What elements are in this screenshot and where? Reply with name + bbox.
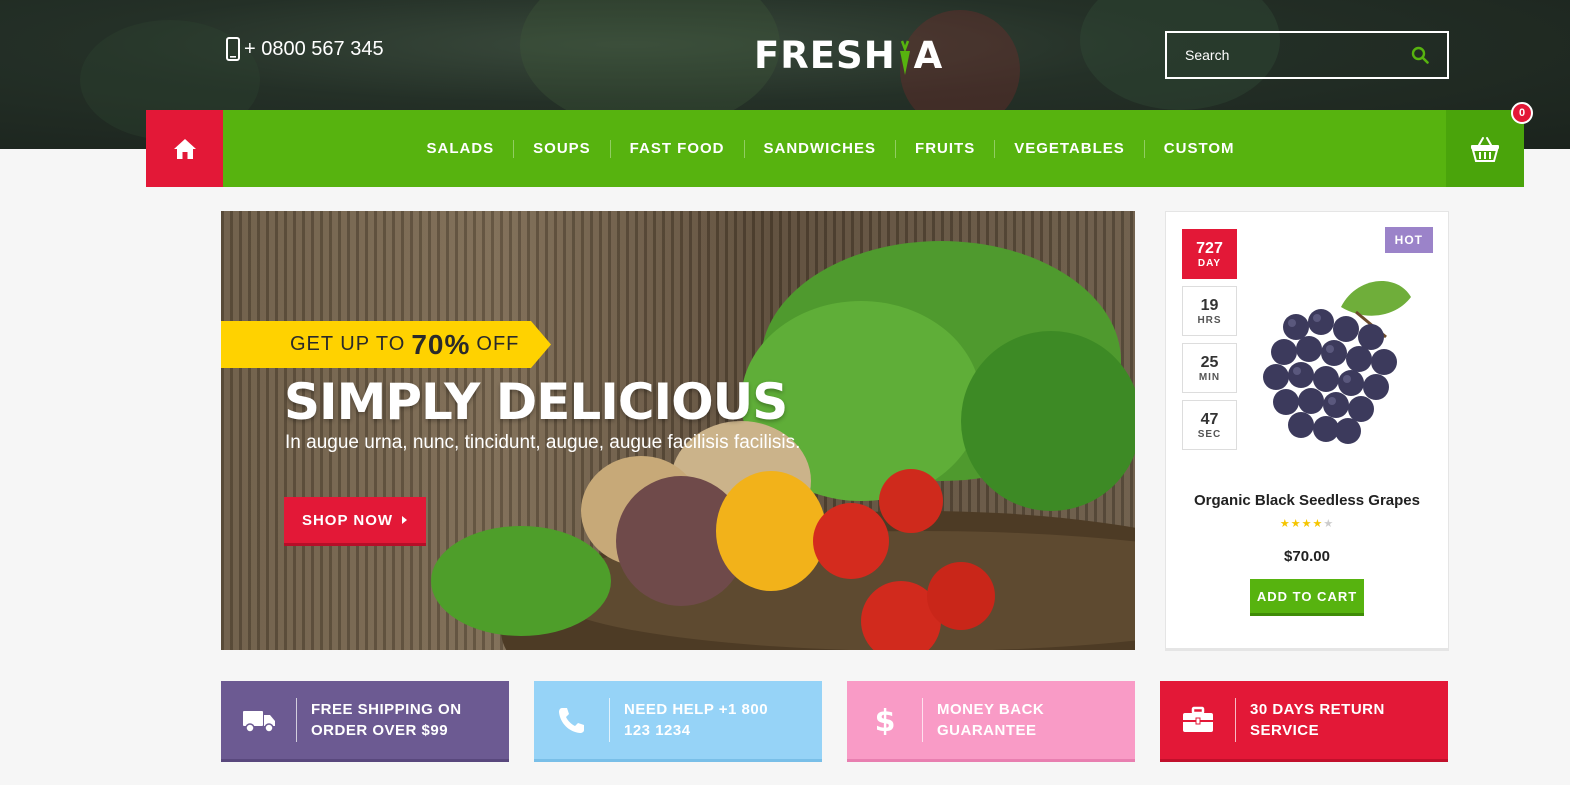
hero-banner: GET UP TO 70% OFF SIMPLY DELICIOUS In au…: [221, 211, 1135, 650]
product-name[interactable]: Organic Black Seedless Grapes: [1166, 492, 1448, 509]
countdown-hours-value: 19: [1200, 296, 1219, 314]
feature-need-help[interactable]: NEED HELP +1 800 123 1234: [534, 681, 822, 762]
logo-text-right: A: [913, 34, 944, 77]
nav-item-fruits[interactable]: FRUITS: [895, 139, 994, 158]
mobile-phone-icon: [226, 37, 240, 61]
add-to-cart-button[interactable]: ADD TO CART: [1250, 579, 1364, 616]
cart-count-badge: 0: [1511, 102, 1533, 124]
basket-icon: [1471, 136, 1499, 162]
phone-number[interactable]: + 0800 567 345: [226, 37, 384, 61]
hot-badge: HOT: [1384, 227, 1433, 253]
truck-icon: [242, 711, 275, 733]
briefcase-icon: [1182, 706, 1213, 732]
grapes-product-image[interactable]: [1236, 267, 1436, 457]
shop-now-label: SHOP NOW: [301, 511, 394, 529]
carrot-icon: [898, 37, 912, 77]
home-button[interactable]: [146, 110, 223, 187]
countdown-minutes-value: 25: [1200, 353, 1219, 371]
star-empty-icon: ★: [1323, 518, 1335, 530]
countdown-days-unit: DAY: [1197, 257, 1222, 269]
countdown-seconds: 47 SEC: [1182, 400, 1237, 450]
feature-line1: NEED HELP +1 800: [624, 701, 769, 718]
feature-return-service[interactable]: 30 DAYS RETURN SERVICE: [1160, 681, 1448, 762]
feature-line2: GUARANTEE: [937, 722, 1037, 739]
feature-money-back[interactable]: $ MONEY BACK GUARANTEE: [847, 681, 1135, 762]
hero-subtitle: In augue urna, nunc, tincidunt, augue, a…: [285, 432, 801, 453]
feature-line1: MONEY BACK: [937, 701, 1045, 718]
deal-product-card: 727 DAY 19 HRS 25 MIN 47 SEC HOT Organic…: [1165, 211, 1449, 651]
countdown-hours: 19 HRS: [1182, 286, 1237, 336]
main-nav: SALADS SOUPS FAST FOOD SANDWICHES FRUITS…: [146, 102, 1533, 187]
phone-text: + 0800 567 345: [244, 37, 384, 60]
star-icon: ★: [1301, 518, 1313, 530]
countdown-minutes: 25 MIN: [1182, 343, 1237, 393]
nav-item-sandwiches[interactable]: SANDWICHES: [743, 139, 896, 158]
feature-line1: FREE SHIPPING ON: [311, 701, 462, 718]
cart-button[interactable]: 0: [1446, 102, 1533, 187]
feature-line1: 30 DAYS RETURN: [1250, 701, 1385, 718]
feature-free-shipping[interactable]: FREE SHIPPING ON ORDER OVER $99: [221, 681, 509, 762]
phone-icon: [558, 708, 584, 733]
countdown-seconds-value: 47: [1200, 410, 1219, 428]
svg-text:$: $: [874, 705, 895, 735]
rating-stars: ★★★★★: [1166, 517, 1448, 530]
promo-ribbon: GET UP TO 70% OFF: [221, 321, 551, 368]
nav-item-custom[interactable]: CUSTOM: [1143, 139, 1254, 158]
countdown-seconds-unit: SEC: [1197, 428, 1222, 440]
search-box[interactable]: [1165, 31, 1449, 79]
search-icon[interactable]: [1411, 46, 1429, 64]
hero-title: SIMPLY DELICIOUS: [284, 373, 788, 431]
site-logo[interactable]: FRESH A: [754, 34, 943, 77]
promo-post: OFF: [476, 333, 520, 355]
countdown-days-value: 727: [1196, 239, 1223, 257]
feature-line2: 123 1234: [624, 722, 691, 739]
logo-text-left: FRESH: [754, 34, 896, 77]
feature-line2: ORDER OVER $99: [311, 722, 449, 739]
countdown-minutes-unit: MIN: [1198, 371, 1221, 383]
home-icon: [173, 138, 196, 159]
star-icon: ★: [1312, 518, 1324, 530]
star-icon: ★: [1290, 518, 1302, 530]
countdown-hours-unit: HRS: [1197, 314, 1222, 326]
feature-line2: SERVICE: [1250, 722, 1320, 739]
promo-value: 70%: [411, 328, 471, 360]
star-icon: ★: [1279, 518, 1291, 530]
nav-item-soups[interactable]: SOUPS: [513, 139, 610, 158]
nav-item-fast-food[interactable]: FAST FOOD: [609, 139, 744, 158]
nav-item-vegetables[interactable]: VEGETABLES: [994, 139, 1144, 158]
dollar-icon: $: [874, 705, 895, 735]
shop-now-button[interactable]: SHOP NOW: [284, 497, 426, 546]
nav-item-salads[interactable]: SALADS: [407, 140, 513, 158]
search-input[interactable]: [1185, 47, 1411, 63]
product-price: $70.00: [1284, 548, 1330, 565]
caret-right-icon: [402, 516, 408, 524]
promo-pre: GET UP TO: [290, 333, 406, 355]
countdown-days: 727 DAY: [1182, 229, 1237, 279]
nav-menu: SALADS SOUPS FAST FOOD SANDWICHES FRUITS…: [223, 110, 1446, 187]
